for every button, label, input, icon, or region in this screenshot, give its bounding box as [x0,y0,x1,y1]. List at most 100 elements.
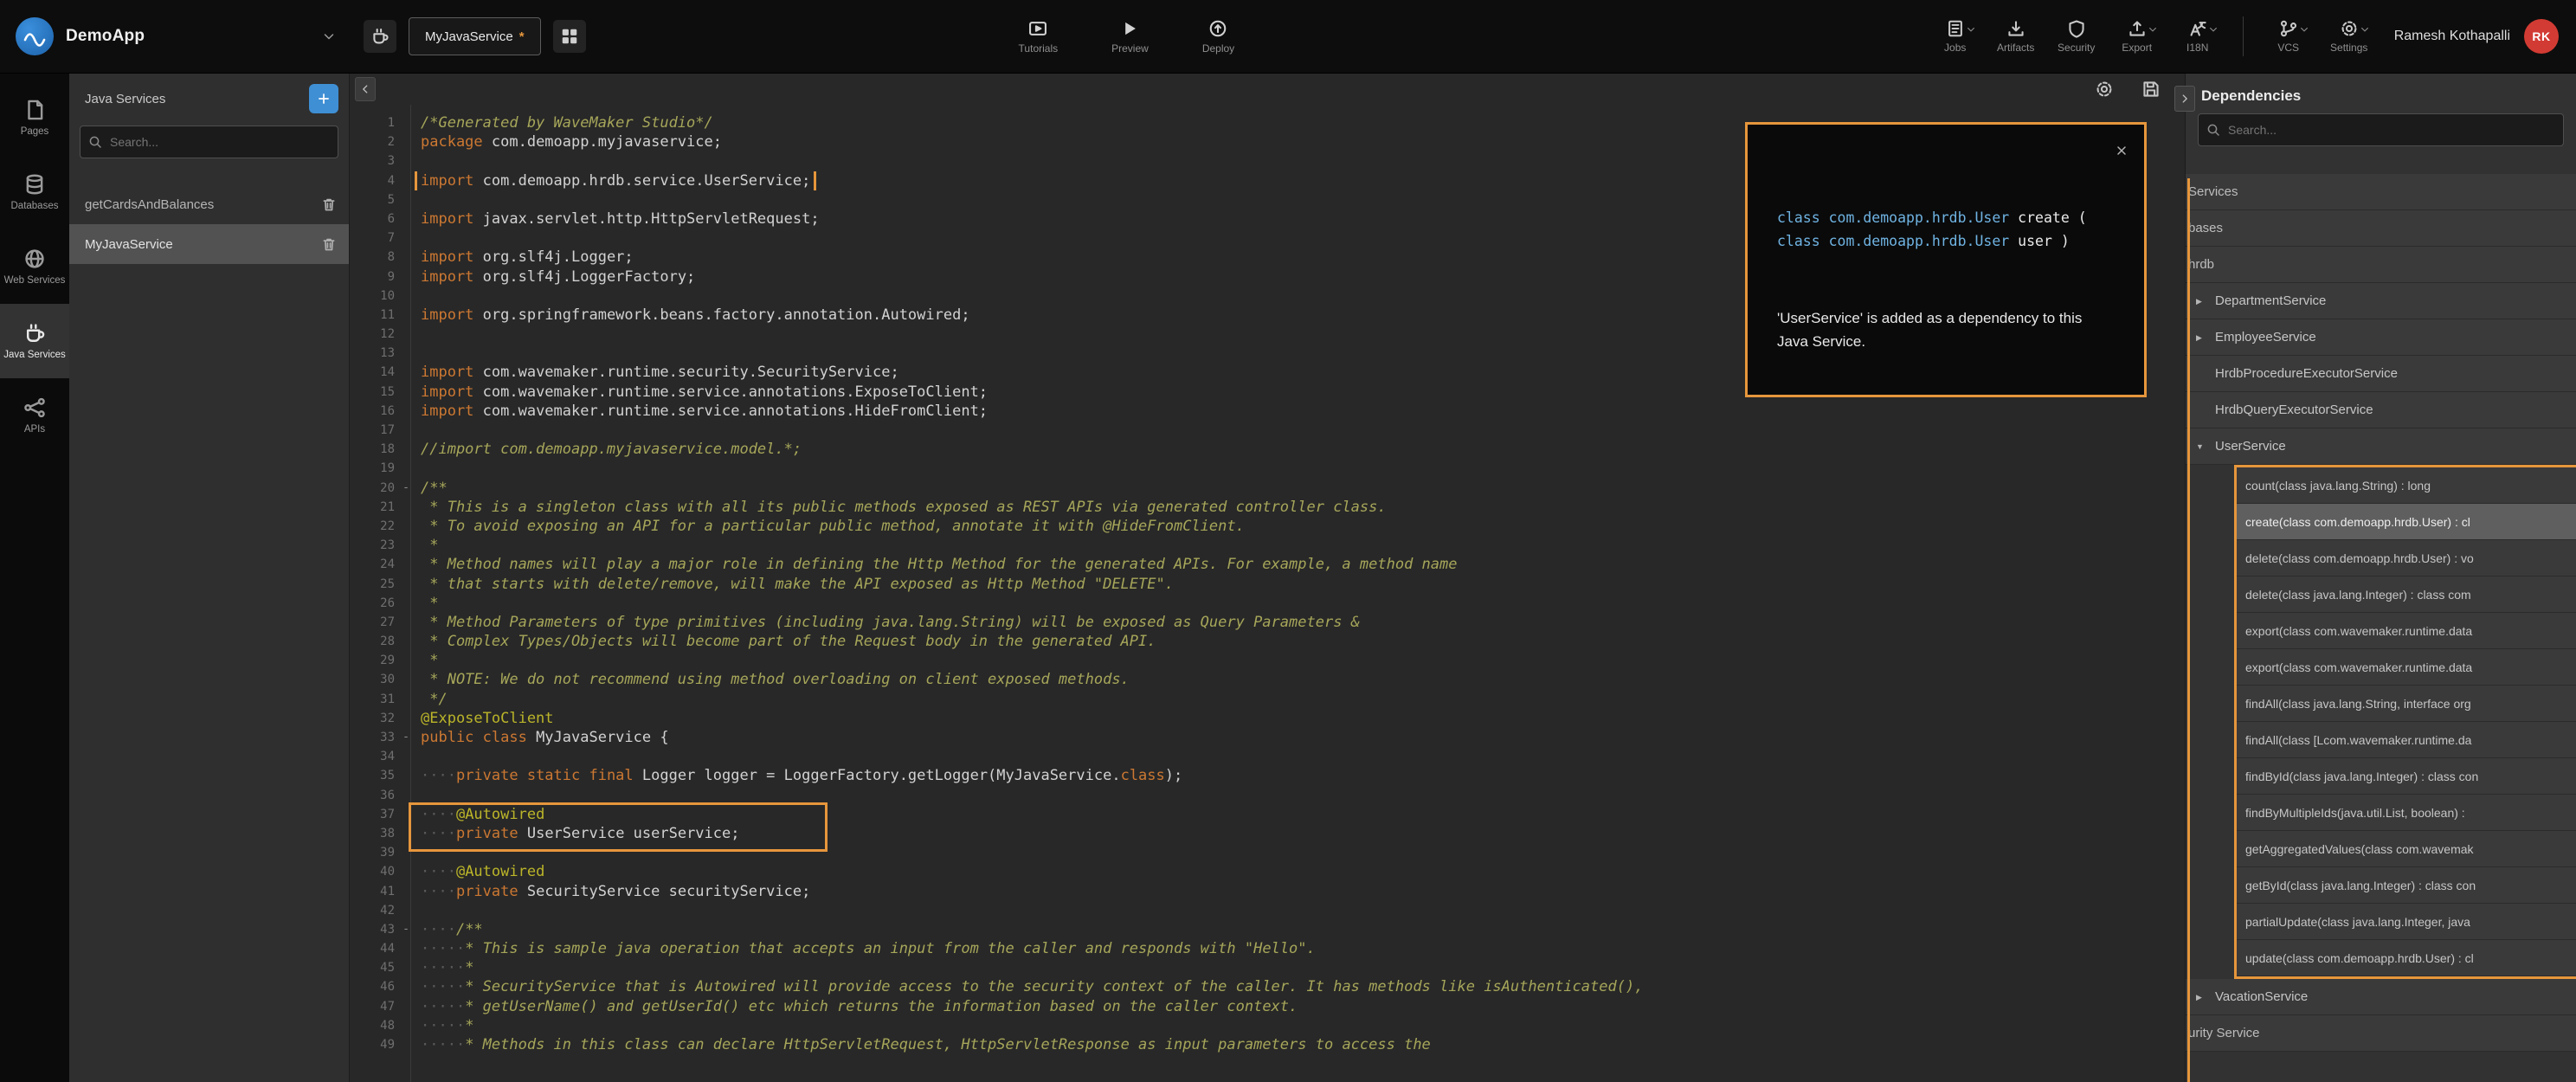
services-search [80,126,338,158]
line-number: 49 [350,1035,398,1054]
tree-item-departmentservice[interactable]: ▶DepartmentService [2186,283,2576,319]
tree-method-export-class-com-wavemaker-runtime-data[interactable]: export(class com.wavemaker.runtime.data [2237,613,2576,649]
coffee-icon [23,322,46,345]
deploy-button[interactable]: Deploy [1202,19,1234,55]
close-button[interactable] [2115,144,2128,158]
tree-item-hrdbprocedureexecutorservice[interactable]: HrdbProcedureExecutorService [2186,356,2576,392]
tree-item-label: findByMultipleIds(java.util.List, boolea… [2245,806,2465,820]
tool-label: Settings [2330,42,2367,54]
dependency-added-popup: class com.demoapp.hrdb.User create (clas… [1745,122,2147,397]
artifacts-button[interactable]: Artifacts [1997,19,2035,54]
rail-item-web-services[interactable]: Web Services [0,229,69,304]
tree-method-getbyid-class-java-lang-integer-class-con[interactable]: getById(class java.lang.Integer) : class… [2237,867,2576,904]
line-number: 44 [350,939,398,958]
tab-myjavaservice[interactable]: MyJavaService * [409,17,541,55]
tree-method-create-class-com-demoapp-hrdb-user-cl[interactable]: create(class com.demoapp.hrdb.User) : cl [2237,504,2576,540]
gutter-space [398,171,414,190]
services-search-input[interactable] [80,126,338,158]
add-service-button[interactable] [309,84,338,113]
project-switcher[interactable]: DemoApp [0,17,350,55]
tree-item-services[interactable]: Services [2186,174,2576,210]
expand-icon: ▶ [2196,283,2208,319]
tree-item-urity-service[interactable]: urity Service [2186,1015,2576,1052]
line-number: 26 [350,594,398,613]
tree-item-label: UserService [2215,428,2286,465]
tree-method-update-class-com-demoapp-hrdb-user-cl[interactable]: update(class com.demoapp.hrdb.User) : cl [2237,940,2576,976]
avatar[interactable]: RK [2524,19,2559,54]
tree-method-findbymultipleids-java-util-list-boolean[interactable]: findByMultipleIds(java.util.List, boolea… [2237,795,2576,831]
user-menu[interactable]: Ramesh Kothapalli RK [2394,19,2559,54]
tree-item-hrdbqueryexecutorservice[interactable]: HrdbQueryExecutorService [2186,392,2576,428]
line-number: 46 [350,977,398,996]
tree-item-label: delete(class com.demoapp.hrdb.User) : vo [2245,551,2474,565]
grid-icon-button[interactable] [553,20,586,53]
i18n-icon [2188,19,2207,38]
tree-method-findbyid-class-java-lang-integer-class-con[interactable]: findById(class java.lang.Integer) : clas… [2237,758,2576,795]
collapse-right-panel-button[interactable] [2174,86,2195,112]
gutter-space [398,306,414,325]
delete-service-button[interactable] [321,196,337,212]
jobs-button[interactable]: Jobs [1936,19,1974,54]
tree-item-label: create(class com.demoapp.hrdb.User) : cl [2245,515,2470,529]
vcs-button[interactable]: VCS [2270,19,2308,54]
line-number: 20 [350,479,398,498]
code-line: 49 ·····* Methods in this class can decla… [350,1035,2185,1054]
service-item-getcardsandbalances[interactable]: getCardsAndBalances [69,184,349,224]
code-text: ····private UserService userService; [414,824,2185,843]
tree-item-bases[interactable]: bases [2186,210,2576,247]
artifacts-icon [2006,19,2025,38]
gear-icon [2340,19,2359,38]
tree-method-getaggregatedvalues-class-com-wavemak[interactable]: getAggregatedValues(class com.wavemak [2237,831,2576,867]
tree-item-employeeservice[interactable]: ▶EmployeeService [2186,319,2576,356]
tree-method-findall-class-java-lang-string-interface-o[interactable]: findAll(class java.lang.String, interfac… [2237,686,2576,722]
rail-item-apis[interactable]: APIs [0,378,69,453]
tree-item-userservice[interactable]: ▼UserService [2186,428,2576,465]
gutter-space [398,267,414,287]
rail-item-java-services[interactable]: Java Services [0,304,69,378]
i18n-button[interactable]: I18N [2179,19,2217,54]
rail-item-databases[interactable]: Databases [0,155,69,229]
security-button[interactable]: Security [2058,19,2096,54]
save-button[interactable] [2141,80,2161,99]
chevron-down-icon[interactable] [322,29,336,43]
code-line: 30 * NOTE: We do not recommend using met… [350,670,2185,689]
gutter-space [398,843,414,862]
export-icon [2128,19,2147,38]
tree-method-delete-class-com-demoapp-hrdb-user-vo[interactable]: delete(class com.demoapp.hrdb.User) : vo [2237,540,2576,576]
delete-service-button[interactable] [321,236,337,252]
service-settings-button[interactable] [2095,80,2114,99]
tree-item-hrdb[interactable]: hrdb [2186,247,2576,283]
gutter-space [398,613,414,632]
service-item-myjavaservice[interactable]: MyJavaService [69,224,349,264]
gutter-space [398,882,414,901]
export-button[interactable]: Export [2118,19,2156,54]
tree-method-count-class-java-lang-string-long[interactable]: count(class java.lang.String) : long [2237,467,2576,504]
line-number: 9 [350,267,398,287]
line-number: 30 [350,670,398,689]
line-number: 38 [350,824,398,843]
tree-method-export-class-com-wavemaker-runtime-data[interactable]: export(class com.wavemaker.runtime.data [2237,649,2576,686]
unsaved-marker: * [519,29,525,44]
code-text: ·····* Methods in this class can declare… [414,1035,2185,1054]
preview-button[interactable]: Preview [1111,19,1149,55]
settings-button[interactable]: Settings [2330,19,2368,54]
gutter-space [398,190,414,209]
tree-item-vacationservice[interactable]: ▶VacationService [2186,979,2576,1015]
tree-item-label: update(class com.demoapp.hrdb.User) : cl [2245,951,2474,965]
rail-item-pages[interactable]: Pages [0,81,69,155]
tree-method-partialupdate-class-java-lang-integer-java[interactable]: partialUpdate(class java.lang.Integer, j… [2237,904,2576,940]
tree-method-delete-class-java-lang-integer-class-com[interactable]: delete(class java.lang.Integer) : class … [2237,576,2576,613]
code-line: 40····@Autowired [350,862,2185,881]
dependencies-search-input[interactable] [2198,113,2564,146]
code-line: 17 [350,421,2185,440]
service-type-icon-button[interactable] [364,20,396,53]
collapse-left-panel-button[interactable] [355,77,376,101]
code-line: 29 * [350,651,2185,670]
gutter-space [398,151,414,171]
tree-method-findall-class-lcom-wavemaker-runtime-da[interactable]: findAll(class [Lcom.wavemaker.runtime.da [2237,722,2576,758]
panel-title: Java Services [85,92,309,106]
line-number: 17 [350,421,398,440]
line-number: 14 [350,363,398,382]
tutorials-button[interactable]: Tutorials [1019,19,1059,55]
gutter-space [398,575,414,594]
